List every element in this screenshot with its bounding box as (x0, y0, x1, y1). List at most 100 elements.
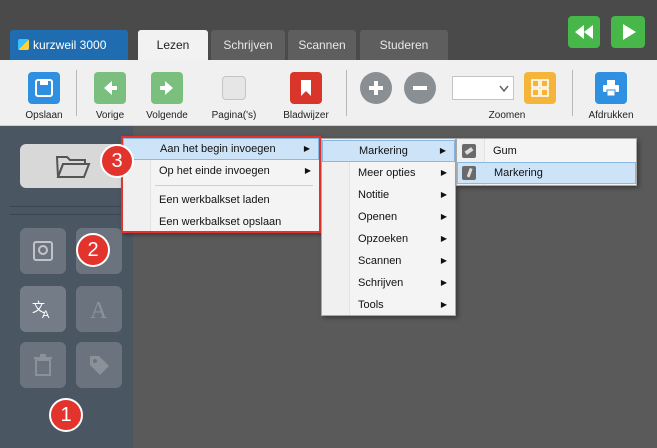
zoom-in-button[interactable] (358, 60, 394, 126)
translate-button[interactable]: 文A (20, 286, 66, 332)
zoom-out-button[interactable] (402, 60, 438, 126)
menu-item-meer-opties[interactable]: Meer opties ▶ (322, 162, 455, 184)
save-label: Opslaan (25, 110, 63, 121)
context-menu-toolbar: Aan het begin invoegen ▶ Op het einde inv… (121, 136, 321, 233)
tab-lezen[interactable]: Lezen (138, 30, 208, 60)
menu-item-tools[interactable]: Tools ▶ (322, 294, 455, 316)
play-icon (623, 24, 636, 40)
menu-item-scannen[interactable]: Scannen ▶ (322, 250, 455, 272)
menu-item-save-toolbar-set[interactable]: Een werkbalkset opslaan (123, 211, 319, 233)
menu-item-label: Tools (358, 299, 384, 311)
menu-item-label: Op het einde invoegen (159, 165, 270, 177)
image-button[interactable] (20, 228, 66, 274)
submenu-arrow-icon: ▶ (440, 168, 447, 177)
tag-icon (90, 356, 109, 375)
grid-icon (524, 72, 556, 104)
menu-item-schrijven[interactable]: Schrijven ▶ (322, 272, 455, 294)
image-icon (33, 241, 53, 261)
play-button[interactable] (611, 16, 645, 48)
menu-item-label: Notitie (358, 189, 390, 201)
printer-icon (595, 72, 627, 104)
menu-item-openen[interactable]: Openen ▶ (322, 206, 455, 228)
submenu-arrow-icon: ▶ (439, 146, 446, 155)
save-button[interactable]: Opslaan (20, 60, 68, 126)
tab-scannen[interactable]: Scannen (288, 30, 356, 60)
bookmark-button[interactable]: Bladwijzer (276, 60, 336, 126)
menu-item-label: Markering (494, 167, 543, 179)
next-button[interactable]: Volgende (140, 60, 194, 126)
menu-item-label: Markering (359, 145, 408, 157)
bookmark-icon (290, 72, 322, 104)
menu-item-label: Een werkbalkset laden (159, 194, 270, 206)
menu-item-insert-at-start[interactable]: Aan het begin invoegen ▶ (123, 138, 319, 160)
submenu-categories: Markering ▶ Meer opties ▶ Notitie ▶ Openen ▶… (321, 138, 456, 316)
save-icon (28, 72, 60, 104)
letter-a-icon: A (90, 298, 108, 323)
pages-button[interactable]: Pagina('s) (204, 60, 264, 126)
submenu-markering: Gum Markering (456, 138, 637, 186)
tab-schrijven[interactable]: Schrijven (211, 30, 285, 60)
delete-button[interactable] (20, 342, 66, 388)
arrow-right-icon (151, 72, 183, 104)
sidebar-divider (10, 214, 123, 215)
submenu-arrow-icon: ▶ (440, 212, 447, 221)
rewind-icon (575, 25, 593, 39)
submenu-arrow-icon: ▶ (440, 234, 447, 243)
eraser-icon (462, 144, 476, 158)
menu-separator (155, 185, 313, 186)
step-badge-1: 1 (49, 398, 83, 432)
menu-item-markering[interactable]: Markering ▶ (322, 140, 455, 162)
app-logo: kurzweil 3000 (10, 30, 128, 60)
print-label: Afdrukken (588, 110, 634, 121)
folder-icon (55, 156, 91, 178)
toolbar-divider (346, 70, 347, 116)
svg-text:A: A (42, 309, 50, 320)
submenu-arrow-icon: ▶ (440, 190, 447, 199)
bookmark-label: Bladwijzer (283, 110, 329, 121)
title-bar: kurzweil 3000 Lezen Schrijven Scannen St… (0, 0, 657, 60)
toolbar-divider (76, 70, 77, 116)
menu-item-label: Openen (358, 211, 398, 223)
menu-item-markering-tool[interactable]: Markering (457, 162, 636, 184)
kurzweil-logo-icon (18, 39, 29, 50)
tab-studeren[interactable]: Studeren (360, 30, 448, 60)
step-badge-2: 2 (76, 233, 110, 267)
menu-item-label: Aan het begin invoegen (160, 143, 276, 155)
page-field-icon (222, 76, 246, 100)
plus-icon (360, 72, 392, 104)
menu-item-label: Een werkbalkset opslaan (159, 216, 282, 228)
submenu-arrow-icon: ▶ (440, 300, 447, 309)
menu-item-gum[interactable]: Gum (457, 140, 636, 162)
next-label: Volgende (146, 110, 188, 121)
menu-item-load-toolbar-set[interactable]: Een werkbalkset laden (123, 189, 319, 211)
menu-item-insert-at-end[interactable]: Op het einde invoegen ▶ (123, 160, 319, 182)
submenu-arrow-icon: ▶ (440, 256, 447, 265)
previous-button[interactable]: Vorige (88, 60, 132, 126)
font-button[interactable]: A (76, 286, 122, 332)
trash-icon (34, 354, 52, 376)
menu-item-label: Opzoeken (358, 233, 409, 245)
menu-item-label: Gum (493, 145, 517, 157)
arrow-left-icon (94, 72, 126, 104)
submenu-arrow-icon: ▶ (304, 166, 311, 175)
submenu-arrow-icon: ▶ (303, 144, 310, 153)
rewind-button[interactable] (568, 16, 600, 48)
zoom-select[interactable] (452, 76, 514, 100)
print-button[interactable]: Afdrukken (582, 60, 640, 126)
previous-label: Vorige (95, 110, 125, 121)
toolbar-divider (572, 70, 573, 116)
zoom-label: Zoomen (488, 110, 526, 121)
submenu-arrow-icon: ▶ (440, 278, 447, 287)
app-logo-text: kurzweil 3000 (33, 38, 107, 52)
menu-item-opzoeken[interactable]: Opzoeken ▶ (322, 228, 455, 250)
menu-item-notitie[interactable]: Notitie ▶ (322, 184, 455, 206)
sidebar-divider (10, 206, 123, 207)
menu-item-label: Scannen (358, 255, 402, 267)
minus-icon (404, 72, 436, 104)
highlighter-icon (462, 166, 476, 180)
svg-text:A: A (90, 298, 108, 323)
translate-icon: 文A (32, 301, 50, 320)
tag-button[interactable] (76, 342, 122, 388)
chevron-down-icon (499, 85, 509, 93)
toolbar: Opslaan Vorige Volgende Pagina('s) Bladw… (0, 60, 657, 126)
